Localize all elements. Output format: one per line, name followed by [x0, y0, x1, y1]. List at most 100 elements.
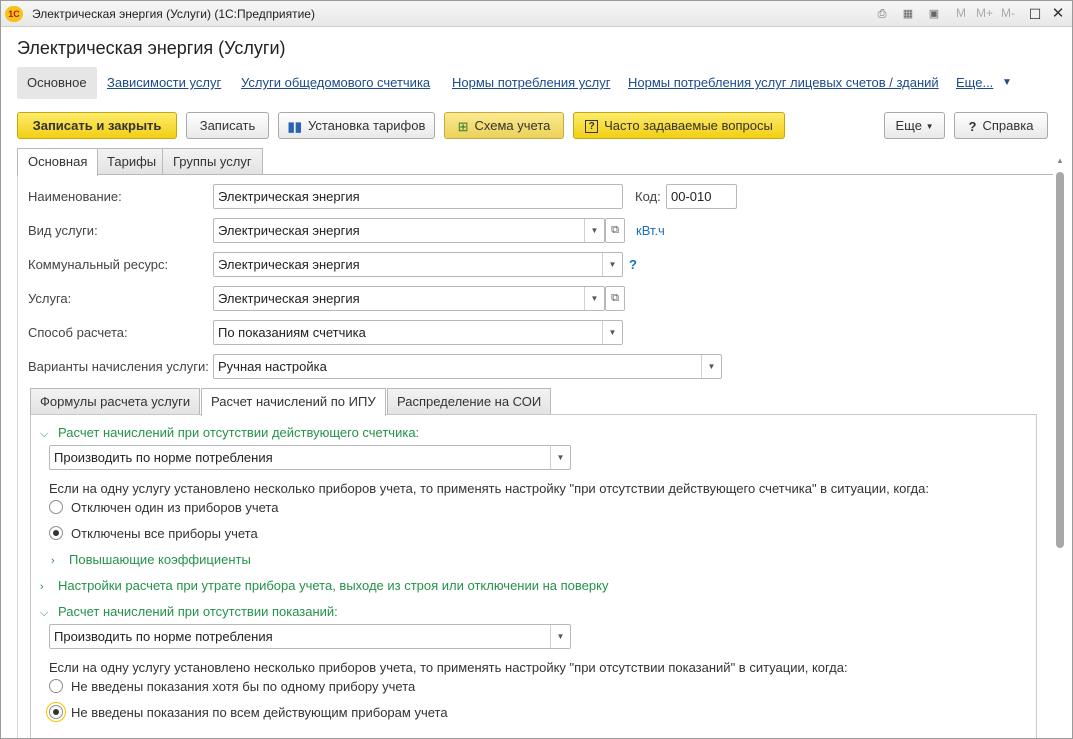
group-no-readings[interactable]: ⌵ Расчет начислений при отсутствии показа…	[40, 604, 338, 620]
open-icon[interactable]: ⧉	[605, 286, 625, 311]
vertical-scrollbar[interactable]: ▲	[1053, 156, 1067, 738]
chevron-right-icon: ›	[51, 555, 55, 567]
title-bar: 1С Электрическая энергия (Услуги) (1С:Пр…	[1, 1, 1072, 27]
chevron-down-icon: ⌵	[40, 428, 49, 440]
calc-method-label: Способ расчета:	[28, 325, 128, 340]
radio-label: Отключены все приборы учета	[71, 526, 258, 541]
nav-more-chevron-icon[interactable]: ▼	[1002, 67, 1012, 99]
question-icon: ?	[585, 120, 599, 134]
1c-logo-icon: 1С	[5, 6, 23, 22]
variants-label: Варианты начисления услуги:	[28, 359, 209, 374]
open-icon[interactable]: ⧉	[605, 218, 625, 243]
chevron-right-icon: ›	[40, 581, 44, 593]
radio-all-readings-missing[interactable]: Не введены показания по всем действующим…	[46, 702, 448, 722]
radio-one-reading-missing[interactable]: Не введены показания хотя бы по одному п…	[49, 679, 415, 694]
variants-select[interactable]: Ручная настройка ▼	[213, 354, 722, 379]
nav-main[interactable]: Основное	[17, 67, 97, 99]
code-input[interactable]: 00-010	[666, 184, 737, 209]
question-icon: ?	[968, 119, 977, 135]
radio-all-meters-off[interactable]: Отключены все приборы учета	[49, 526, 258, 541]
dropdown-arrow-icon[interactable]: ▼	[550, 625, 570, 648]
save-button[interactable]: Записать	[186, 112, 269, 139]
radio-circle[interactable]	[49, 679, 63, 693]
dropdown-arrow-icon[interactable]: ▼	[550, 446, 570, 469]
calc-method-value: По показаниям счетчика	[218, 325, 366, 340]
tariffs-button[interactable]: ▮▮ Установка тарифов	[278, 112, 435, 139]
service-value: Электрическая энергия	[218, 291, 360, 306]
service-type-value: Электрическая энергия	[218, 223, 360, 238]
variants-value: Ручная настройка	[218, 359, 327, 374]
no-meter-select[interactable]: Производить по норме потребления ▼	[49, 445, 571, 470]
scroll-up-icon[interactable]: ▲	[1056, 156, 1064, 165]
group-coefficients-title: Повышающие коэффициенты	[69, 552, 251, 567]
nav-account-norms[interactable]: Нормы потребления услуг лицевых счетов /…	[628, 67, 939, 99]
more-button[interactable]: Еще ▼	[884, 112, 945, 139]
help-button[interactable]: ? Справка	[954, 112, 1048, 139]
tariffs-label: Установка тарифов	[307, 118, 426, 133]
dropdown-arrow-icon: ▼	[925, 122, 934, 132]
tab-service-groups[interactable]: Группы услуг	[162, 148, 263, 175]
tab-soi[interactable]: Распределение на СОИ	[387, 388, 552, 415]
tab-main[interactable]: Основная	[17, 148, 99, 176]
chart-icon: ▮▮	[287, 119, 302, 135]
radio-label: Не введены показания по всем действующим…	[71, 705, 448, 720]
dropdown-arrow-icon[interactable]: ▼	[701, 355, 721, 378]
service-select[interactable]: Электрическая энергия ▼	[213, 286, 605, 311]
name-label: Наименование:	[28, 189, 122, 204]
save-close-button[interactable]: Записать и закрыть	[17, 112, 177, 139]
resource-value: Электрическая энергия	[218, 257, 360, 272]
radio-one-meter-off[interactable]: Отключен один из приборов учета	[49, 500, 278, 515]
resource-select[interactable]: Электрическая энергия ▼	[213, 252, 623, 277]
nav-more[interactable]: Еще...	[956, 67, 993, 99]
tab-formulas[interactable]: Формулы расчета услуги	[30, 388, 201, 415]
close-icon[interactable]: ✕	[1049, 5, 1067, 23]
calc-method-select[interactable]: По показаниям счетчика ▼	[213, 320, 623, 345]
no-readings-value: Производить по норме потребления	[54, 629, 273, 644]
radio-label: Не введены показания хотя бы по одному п…	[71, 679, 416, 694]
window-title: Электрическая энергия (Услуги) (1С:Предп…	[32, 7, 315, 21]
nav-dependencies[interactable]: Зависимости услуг	[107, 67, 221, 99]
maximize-icon[interactable]: ☐	[1026, 5, 1044, 23]
form-title: Электрическая энергия (Услуги)	[17, 38, 286, 58]
unit-link[interactable]: кВт.ч	[636, 223, 665, 238]
calculator-icon[interactable]: ▦	[899, 5, 917, 23]
nav-consumption-norms[interactable]: Нормы потребления услуг	[452, 67, 610, 99]
dropdown-arrow-icon[interactable]: ▼	[602, 253, 622, 276]
chevron-down-icon: ⌵	[40, 607, 49, 619]
radio-circle-selected[interactable]	[46, 702, 66, 722]
help-label: Справка	[982, 118, 1034, 133]
memory-m-minus[interactable]: M-	[1001, 6, 1015, 20]
radio-circle-selected[interactable]	[49, 526, 63, 540]
scrollbar-thumb[interactable]	[1056, 172, 1064, 548]
memory-m-plus[interactable]: M+	[976, 6, 993, 20]
faq-button[interactable]: ? Часто задаваемые вопросы	[573, 112, 785, 139]
dropdown-arrow-icon[interactable]: ▼	[584, 219, 604, 242]
no-meter-value: Производить по норме потребления	[54, 450, 273, 465]
memory-m[interactable]: M	[956, 6, 966, 20]
group-no-meter[interactable]: ⌵ Расчет начислений при отсутствии действ…	[40, 425, 419, 441]
dropdown-arrow-icon[interactable]: ▼	[584, 287, 604, 310]
hierarchy-icon: ⊞	[457, 119, 469, 135]
nav-odpu-services[interactable]: Услуги общедомового счетчика	[241, 67, 430, 99]
no-readings-info: Если на одну услугу установлено нескольк…	[49, 660, 848, 675]
name-input[interactable]: Электрическая энергия	[213, 184, 623, 209]
resource-label: Коммунальный ресурс:	[28, 257, 169, 272]
group-meter-loss-title: Настройки расчета при утрате прибора уче…	[58, 578, 609, 593]
radio-label: Отключен один из приборов учета	[71, 500, 279, 515]
service-label: Услуга:	[28, 291, 72, 306]
tab-tariffs[interactable]: Тарифы	[96, 148, 168, 175]
radio-circle[interactable]	[49, 500, 63, 514]
tab-ipu[interactable]: Расчет начислений по ИПУ	[201, 388, 386, 416]
no-meter-info: Если на одну услугу установлено нескольк…	[49, 481, 929, 496]
service-type-select[interactable]: Электрическая энергия ▼	[213, 218, 605, 243]
app-window: 1С Электрическая энергия (Услуги) (1С:Пр…	[0, 0, 1073, 739]
group-coefficients[interactable]: › Повышающие коэффициенты	[51, 552, 251, 567]
no-readings-select[interactable]: Производить по норме потребления ▼	[49, 624, 571, 649]
calendar-icon[interactable]: ▣	[925, 5, 943, 23]
help-question-icon[interactable]: ?	[629, 257, 637, 272]
faq-label: Часто задаваемые вопросы	[604, 118, 773, 133]
print-icon[interactable]: ⎙	[873, 5, 891, 23]
dropdown-arrow-icon[interactable]: ▼	[602, 321, 622, 344]
scheme-button[interactable]: ⊞ Схема учета	[444, 112, 564, 139]
group-meter-loss[interactable]: › Настройки расчета при утрате прибора уч…	[40, 578, 608, 593]
